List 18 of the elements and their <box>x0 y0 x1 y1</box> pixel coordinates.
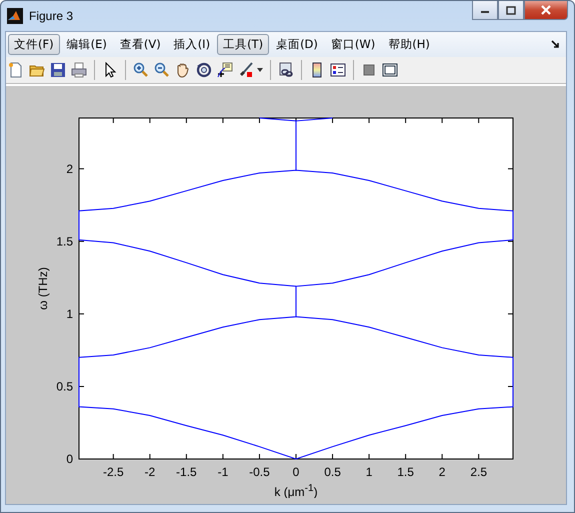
x-tick-label: 2.5 <box>470 465 487 479</box>
x-tick-label: 0 <box>292 465 300 479</box>
y-tick-label: 2 <box>66 162 73 176</box>
x-tick-label: -1.5 <box>176 465 197 479</box>
x-tick-label: -0.5 <box>249 465 270 479</box>
y-axis-label: ω (THz) <box>36 267 50 310</box>
window-title: Figure 3 <box>29 9 74 23</box>
x-tick-label: 1 <box>366 465 372 479</box>
x-tick-label: 0.5 <box>324 465 341 479</box>
y-tick-label: 1 <box>66 306 73 321</box>
x-tick-label: -1 <box>218 465 228 479</box>
x-tick-label: 1.5 <box>397 465 414 479</box>
x-tick-label: -2 <box>144 465 156 479</box>
y-tick-label: 0.5 <box>56 379 73 394</box>
y-tick-label: 0 <box>66 452 73 466</box>
y-tick-label: 1.5 <box>56 234 73 248</box>
x-tick-label: -2.5 <box>103 465 124 479</box>
x-tick-label: 2 <box>438 465 446 479</box>
